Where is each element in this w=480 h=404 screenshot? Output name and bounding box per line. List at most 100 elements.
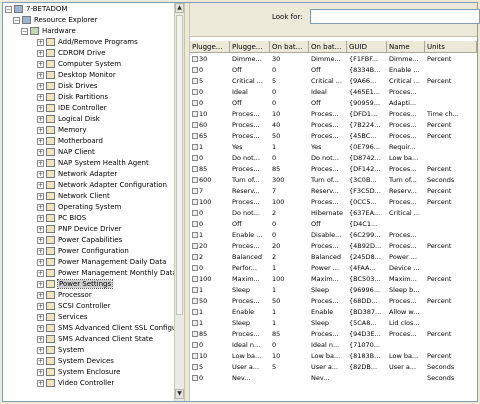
table-cell[interactable]: 50 [190,296,230,307]
tree-item[interactable]: + Network Adapter [37,169,117,179]
table-cell[interactable]: 1 [190,318,230,329]
table-cell[interactable]: 0 [190,263,230,274]
expand-icon[interactable]: + [37,258,44,266]
table-cell[interactable]: 10 [190,109,230,120]
table-cell[interactable]: 1 [190,142,230,153]
table-cell[interactable]: 2 [190,252,230,263]
table-cell[interactable]: 10 [190,351,230,362]
tree-item[interactable]: + Network Client [37,191,110,201]
tree-item[interactable]: + SMS Advanced Client State [37,334,153,344]
tree-item[interactable]: + System Devices [37,356,114,366]
tree-item[interactable]: + Services [37,312,88,322]
table-cell[interactable]: 100 [190,197,230,208]
tree-item[interactable]: + Power Settings [37,279,114,289]
table-cell[interactable]: 0 [190,87,230,98]
column-header[interactable]: Name [387,41,425,53]
expand-icon[interactable]: + [37,379,44,387]
table-cell[interactable]: 100 [190,274,230,285]
table-cell[interactable]: 1 [190,230,230,241]
tree-item[interactable]: + System [37,345,84,355]
tree-scrollbar[interactable]: ▲ ▼ [174,3,184,401]
tree-item[interactable]: + Disk Partitions [37,92,108,102]
tree-item[interactable]: + System Enclosure [37,367,120,377]
expand-icon[interactable]: + [37,82,44,90]
expand-icon[interactable]: + [37,71,44,79]
expand-icon[interactable]: + [37,280,44,288]
expand-icon[interactable]: + [37,170,44,178]
table-cell[interactable]: 65 [190,131,230,142]
table-cell[interactable]: 0 [190,208,230,219]
expand-icon[interactable]: + [37,192,44,200]
tree-root[interactable]: − 7-BETADOM [5,4,67,14]
expand-icon[interactable]: + [37,324,44,332]
column-header[interactable]: Units [425,41,477,53]
table-cell[interactable]: 1 [190,285,230,296]
expand-icon[interactable]: + [37,368,44,376]
table-cell[interactable]: 0 [190,219,230,230]
table-cell[interactable]: 0 [190,373,230,384]
expand-icon[interactable]: + [37,236,44,244]
column-header[interactable]: Plugge... [230,41,270,53]
table-cell[interactable]: 600 [190,175,230,186]
table-cell[interactable]: 30 [190,54,230,65]
table-cell[interactable]: 1 [190,307,230,318]
expand-icon[interactable]: + [37,302,44,310]
expand-icon[interactable]: + [37,203,44,211]
expand-icon[interactable]: + [37,214,44,222]
tree-item[interactable]: + IDE Controller [37,103,107,113]
tree-item[interactable]: + Processor [37,290,92,300]
expand-icon[interactable]: + [37,93,44,101]
expand-icon[interactable]: + [37,126,44,134]
table-cell[interactable]: 20 [190,241,230,252]
tree-item[interactable]: + Power Management Daily Data [37,257,166,267]
table-cell[interactable]: 85 [190,164,230,175]
tree-item[interactable]: + Logical Disk [37,114,100,124]
tree-item[interactable]: + Network Adapter Configuration [37,180,167,190]
expand-icon[interactable]: + [37,291,44,299]
expand-icon[interactable]: + [37,181,44,189]
tree-item[interactable]: + PC BIOS [37,213,86,223]
collapse-icon[interactable]: − [13,16,20,24]
table-cell[interactable]: 5 [190,362,230,373]
table-cell[interactable]: 85 [190,329,230,340]
table-cell[interactable]: 5 [190,76,230,87]
table-cell[interactable]: 60 [190,120,230,131]
tree-item[interactable]: + Motherboard [37,136,103,146]
collapse-icon[interactable]: − [5,5,12,13]
expand-icon[interactable]: + [37,247,44,255]
expand-icon[interactable]: + [37,38,44,46]
tree-item[interactable]: + SCSI Controller [37,301,111,311]
column-header[interactable]: Plugge... [190,41,230,53]
expand-icon[interactable]: + [37,357,44,365]
table-cell[interactable]: 0 [190,153,230,164]
tree-item[interactable]: + Power Capabilities [37,235,122,245]
expand-icon[interactable]: + [37,346,44,354]
tree-item[interactable]: + Operating System [37,202,121,212]
column-header[interactable]: On bat... [270,41,309,53]
tree-item[interactable]: + NAP System Health Agent [37,158,149,168]
scroll-thumb[interactable] [176,15,183,315]
tree-resource-explorer[interactable]: − Resource Explorer [13,15,97,25]
column-header[interactable]: On bat... [309,41,347,53]
tree-item[interactable]: + PNP Device Driver [37,224,122,234]
expand-icon[interactable]: + [37,137,44,145]
tree-item[interactable]: + Disk Drives [37,81,98,91]
tree-item[interactable]: + Add/Remove Programs [37,37,138,47]
table-cell[interactable]: 0 [190,98,230,109]
expand-icon[interactable]: + [37,159,44,167]
lookfor-input[interactable] [310,9,480,24]
tree-item[interactable]: + Power Configuration [37,246,129,256]
expand-icon[interactable]: + [37,104,44,112]
tree-item[interactable]: + CDROM Drive [37,48,106,58]
tree-item[interactable]: + Video Controller [37,378,114,388]
expand-icon[interactable]: + [37,49,44,57]
tree-item[interactable]: + Power Management Monthly Data [37,268,174,278]
expand-icon[interactable]: + [37,335,44,343]
scroll-down-arrow-icon[interactable]: ▼ [175,389,184,399]
table-cell[interactable]: 7 [190,186,230,197]
column-header[interactable]: GUID [347,41,387,53]
scroll-up-arrow-icon[interactable]: ▲ [175,3,184,13]
tree-hardware[interactable]: − Hardware [21,26,76,36]
expand-icon[interactable]: + [37,148,44,156]
table-cell[interactable]: 0 [190,340,230,351]
